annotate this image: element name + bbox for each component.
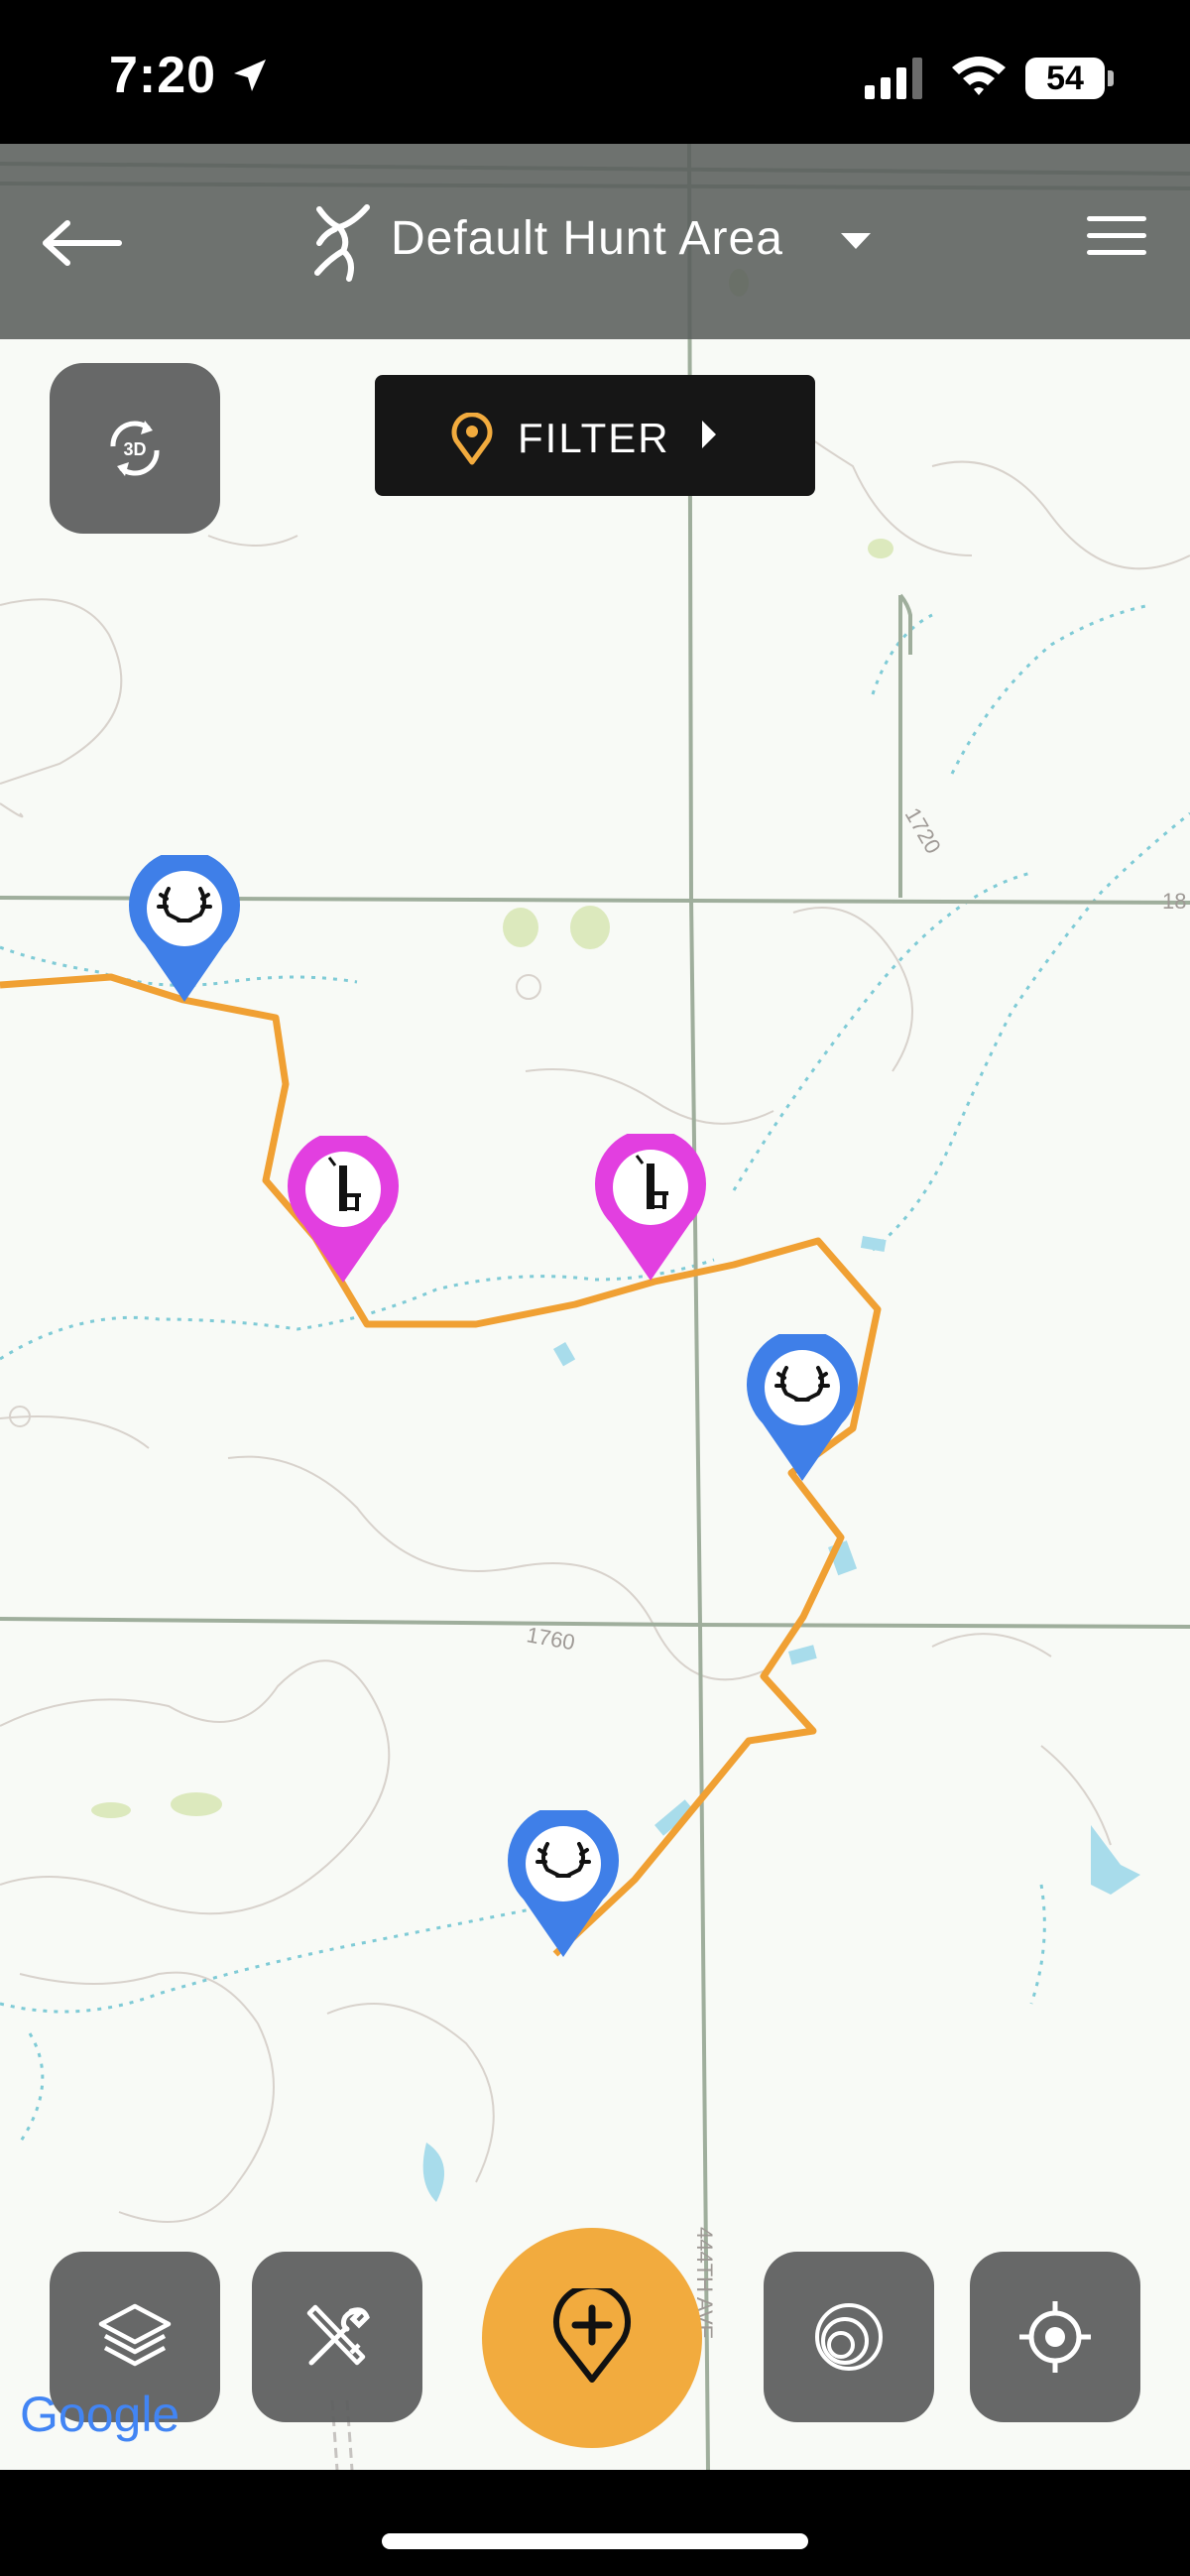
grid-label: 18 bbox=[1162, 889, 1186, 914]
tree-stand-marker[interactable] bbox=[595, 1134, 706, 1283]
caret-down-icon[interactable] bbox=[841, 233, 871, 249]
add-marker-button[interactable] bbox=[482, 2228, 702, 2448]
google-attribution: Google bbox=[20, 2387, 180, 2442]
wifi-icon bbox=[952, 57, 1006, 95]
tools-button[interactable] bbox=[252, 2252, 422, 2422]
hamburger-menu-icon[interactable] bbox=[1087, 216, 1146, 266]
view-3d-label: 3D bbox=[123, 439, 146, 459]
home-bar bbox=[0, 2470, 1190, 2576]
status-bar: 7:20 54 bbox=[0, 0, 1190, 144]
contour-label: 1720 bbox=[900, 803, 946, 858]
rotate-3d-icon: 3D bbox=[110, 421, 160, 476]
filter-label: FILTER bbox=[518, 415, 670, 461]
range-rings-button[interactable] bbox=[764, 2252, 934, 2422]
tree-stand-marker[interactable] bbox=[288, 1136, 399, 1285]
hunt-area-title[interactable]: Default Hunt Area bbox=[391, 211, 783, 266]
locate-button[interactable] bbox=[970, 2252, 1140, 2422]
antler-marker[interactable] bbox=[747, 1334, 858, 1483]
chevron-right-icon bbox=[702, 421, 716, 448]
deer-logo-icon bbox=[314, 204, 370, 282]
antler-marker[interactable] bbox=[508, 1810, 619, 1959]
contour-label: 1760 bbox=[525, 1622, 577, 1655]
add-pin-icon bbox=[553, 2288, 631, 2383]
antler-marker[interactable] bbox=[129, 855, 240, 1004]
battery-indicator: 54 bbox=[1025, 58, 1105, 99]
battery-nub bbox=[1108, 70, 1114, 86]
map-pin-icon bbox=[451, 413, 493, 465]
tools-icon bbox=[306, 2304, 370, 2366]
layers-icon bbox=[98, 2303, 172, 2367]
view-3d-button[interactable]: 3D bbox=[50, 363, 220, 534]
filter-button[interactable]: FILTER bbox=[375, 375, 815, 496]
back-arrow-icon[interactable] bbox=[40, 213, 129, 273]
cellular-signal-icon bbox=[865, 58, 922, 99]
range-rings-icon bbox=[815, 2303, 883, 2371]
home-indicator[interactable] bbox=[382, 2533, 808, 2549]
status-time: 7:20 bbox=[109, 47, 217, 104]
crosshair-icon bbox=[1019, 2301, 1091, 2373]
location-arrow-icon bbox=[234, 60, 266, 91]
